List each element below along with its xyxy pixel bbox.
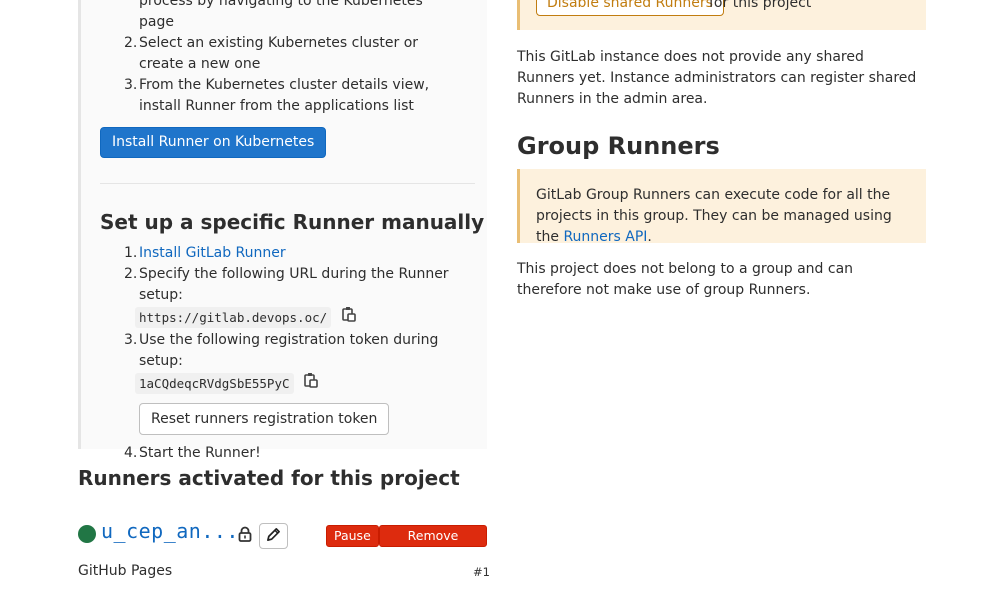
install-gitlab-runner-link[interactable]: Install GitLab Runner [139,245,286,261]
lock-icon [238,526,252,546]
runner-setup-panel: 1.Click the button below to begin the in… [78,0,487,461]
reset-token-button[interactable]: Reset runners registration token [139,403,390,435]
remove-runner-button[interactable]: Remove Runner [379,525,487,563]
shared-runners-suffix: for this project [709,0,812,11]
activated-runners-title: Runners activated for this project [78,466,460,490]
manual-setup-title: Set up a specific Runner manually [100,210,485,234]
list-item: 1. Install GitLab Runner [124,245,286,261]
copy-icon[interactable] [304,372,318,395]
shared-runners-info: This GitLab instance does not provide an… [517,49,917,107]
group-runners-alert: GitLab Group Runners can execute code fo… [517,169,926,245]
list-item: 4. Start the Runner! [124,445,261,461]
list-item: 3. Use the following registration token … [124,330,479,435]
edit-runner-button[interactable] [259,523,288,549]
divider [100,183,475,184]
manual-setup-steps: 1. Install GitLab Runner 2. Specify the … [124,243,479,464]
group-runners-title: Group Runners [517,132,720,160]
install-runner-kubernetes-button[interactable]: Install Runner on Kubernetes [100,127,327,158]
runners-api-link[interactable]: Runners API [563,229,647,245]
pause-runner-button[interactable]: Pause [326,525,379,547]
runner-id: #1 [473,565,490,579]
runner-name-link[interactable]: u_cep_an... [101,519,239,543]
registration-token: 1aCQdeqcRVdgSbE55PyC [135,372,294,394]
runner-description: GitHub Pages [78,563,173,579]
copy-icon[interactable] [341,306,356,329]
shared-runners-alert: Disable shared Runners for this project [517,0,926,30]
runner-url: https://gitlab.devops.oc/ [135,306,332,328]
list-item: 3. From the Kubernetes cluster details vi… [124,77,430,114]
group-runners-note: This project does not belong to a group … [517,261,854,298]
list-item: 2. Select an existing Kubernetes cluster … [124,35,419,72]
disable-shared-runners-button[interactable]: Disable shared Runners [536,0,724,16]
runner-row: u_cep_an... Pause Remove Runner [78,519,487,563]
kubernetes-steps: 1.Click the button below to begin the in… [124,0,459,117]
list-item: 2. Specify the following URL during the … [124,264,479,329]
list-item: 1.Click the button below to begin the in… [139,0,423,30]
pencil-icon [266,528,281,545]
status-online-icon [78,525,96,543]
